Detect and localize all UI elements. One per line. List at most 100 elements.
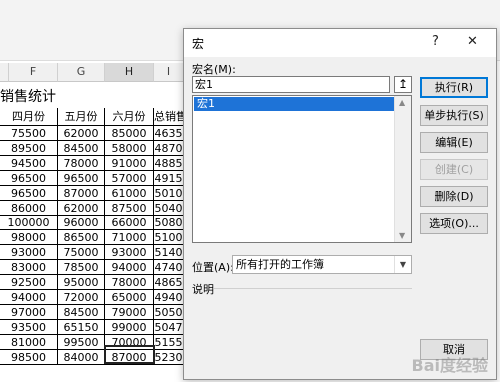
- table-cell-may[interactable]: 75000: [58, 245, 105, 261]
- chevron-down-icon[interactable]: ▼: [394, 256, 411, 273]
- macro-name-label: 宏名(M):: [192, 63, 236, 76]
- table-cell-june[interactable]: 66000: [105, 215, 154, 231]
- table-cell-total[interactable]: 5040: [154, 201, 183, 216]
- table-cell-april[interactable]: 96500: [0, 185, 58, 201]
- table-cell-total[interactable]: 4870: [154, 141, 183, 156]
- table-cell-may[interactable]: 62000: [58, 126, 105, 141]
- table-cell-june[interactable]: 91000: [105, 155, 154, 171]
- table-cell-total[interactable]: 4635: [154, 126, 183, 141]
- table-cell-april[interactable]: 100000: [0, 215, 58, 231]
- table-cell-june[interactable]: 65000: [105, 289, 154, 305]
- table-cell-april[interactable]: 93500: [0, 319, 58, 335]
- location-label: 位置(A):: [192, 261, 234, 274]
- sheet-title-cell[interactable]: 销售统计: [0, 88, 56, 106]
- table-cell-total[interactable]: 4885: [154, 156, 183, 171]
- table-cell-may[interactable]: 99500: [58, 334, 105, 350]
- table-cell-may[interactable]: 86500: [58, 230, 105, 246]
- macro-name-input[interactable]: 宏1: [192, 76, 390, 93]
- table-cell-total[interactable]: 4915: [154, 171, 183, 186]
- description-label: 说明: [192, 283, 214, 296]
- table-cell-april[interactable]: 98000: [0, 230, 58, 246]
- header-cell-june[interactable]: 六月份: [105, 108, 154, 126]
- table-cell-total[interactable]: 5050: [154, 305, 183, 320]
- table-cell-total[interactable]: 4865: [154, 275, 183, 290]
- table-cell-may[interactable]: 95000: [58, 275, 105, 290]
- header-cell-total[interactable]: 总销售: [154, 108, 183, 126]
- table-cell-june[interactable]: 61000: [105, 185, 154, 201]
- macro-name-value: 宏1: [195, 78, 213, 91]
- step-into-button[interactable]: 单步执行(S): [420, 105, 488, 126]
- column-header-h[interactable]: H: [105, 63, 154, 82]
- macro-list[interactable]: 宏1 ▲ ▼: [192, 95, 412, 243]
- table-cell-june[interactable]: 93000: [105, 245, 154, 261]
- table-cell-may[interactable]: 65150: [58, 319, 105, 335]
- table-cell-april[interactable]: 92500: [0, 275, 58, 290]
- help-button[interactable]: ?: [432, 34, 439, 49]
- options-button[interactable]: 选项(O)...: [420, 213, 488, 234]
- table-cell-april[interactable]: 83000: [0, 260, 58, 276]
- dialog-title: 宏: [192, 37, 205, 51]
- table-cell-april[interactable]: 75500: [0, 126, 58, 141]
- column-header-blank[interactable]: [0, 63, 9, 82]
- macro-list-scrollbar[interactable]: ▲ ▼: [394, 96, 411, 242]
- table-cell-total[interactable]: 4940: [154, 290, 183, 305]
- run-button[interactable]: 执行(R): [420, 77, 488, 98]
- table-cell-june[interactable]: 87500: [105, 200, 154, 216]
- header-cell-april[interactable]: 四月份: [0, 108, 58, 126]
- watermark: Bai度经验: [411, 356, 488, 375]
- delete-button[interactable]: 删除(D): [420, 186, 488, 207]
- header-cell-may[interactable]: 五月份: [58, 108, 105, 126]
- scroll-up-icon[interactable]: ▲: [399, 98, 405, 107]
- table-cell-may[interactable]: 84500: [58, 304, 105, 320]
- table-cell-total[interactable]: 5047: [154, 320, 183, 335]
- table-cell-april[interactable]: 98500: [0, 349, 58, 365]
- table-cell-may[interactable]: 84000: [58, 349, 105, 365]
- table-cell-total[interactable]: 4740: [154, 260, 183, 276]
- table-cell-june[interactable]: 85000: [105, 126, 154, 141]
- table-cell-may[interactable]: 87000: [58, 185, 105, 201]
- macro-dialog: 宏 ? ✕ 宏名(M): 宏1 ↥ 宏1 ▲ ▼ 执行(R) 单步执行(S) 编…: [183, 28, 497, 380]
- table-cell-may[interactable]: 78500: [58, 260, 105, 276]
- table-cell-april[interactable]: 94000: [0, 289, 58, 305]
- table-cell-total[interactable]: 5140: [154, 245, 183, 261]
- table-cell-april[interactable]: 86000: [0, 200, 58, 216]
- selected-cell[interactable]: [104, 345, 155, 364]
- table-cell-may[interactable]: 62000: [58, 200, 105, 216]
- table-cell-june[interactable]: 79000: [105, 304, 154, 320]
- table-cell-total[interactable]: 5100: [154, 230, 183, 246]
- column-header-g[interactable]: G: [58, 63, 105, 82]
- location-select[interactable]: 所有打开的工作簿 ▼: [232, 255, 412, 274]
- upload-arrow-icon: ↥: [398, 77, 409, 91]
- table-cell-april[interactable]: 89500: [0, 140, 58, 156]
- scroll-down-icon[interactable]: ▼: [399, 231, 405, 240]
- table-cell-june[interactable]: 71000: [105, 230, 154, 246]
- table-cell-april[interactable]: 81000: [0, 334, 58, 350]
- edit-button[interactable]: 编辑(E): [420, 132, 488, 153]
- column-header-f[interactable]: F: [9, 63, 58, 82]
- table-cell-june[interactable]: 99000: [105, 319, 154, 335]
- table-cell-may[interactable]: 72000: [58, 289, 105, 305]
- create-button[interactable]: 创建(C): [420, 159, 488, 180]
- table-cell-total[interactable]: 5080: [154, 215, 183, 231]
- table-cell-april[interactable]: 97000: [0, 304, 58, 320]
- table-cell-april[interactable]: 93000: [0, 245, 58, 261]
- table-cell-june[interactable]: 94000: [105, 260, 154, 276]
- table-cell-april[interactable]: 96500: [0, 170, 58, 186]
- description-divider: [214, 288, 412, 289]
- column-header-i[interactable]: I: [154, 63, 184, 82]
- table-cell-may[interactable]: 96000: [58, 215, 105, 231]
- table-cell-may[interactable]: 96500: [58, 170, 105, 186]
- table-cell-total[interactable]: 5155: [154, 335, 183, 350]
- location-value: 所有打开的工作簿: [236, 258, 324, 271]
- table-cell-april[interactable]: 94500: [0, 155, 58, 171]
- table-cell-may[interactable]: 78000: [58, 155, 105, 171]
- table-cell-june[interactable]: 78000: [105, 275, 154, 290]
- macro-list-item[interactable]: 宏1: [194, 97, 394, 111]
- close-button[interactable]: ✕: [467, 34, 478, 49]
- table-cell-may[interactable]: 84500: [58, 140, 105, 156]
- table-cell-total[interactable]: 5230: [154, 350, 183, 365]
- browse-button[interactable]: ↥: [394, 76, 412, 93]
- table-cell-june[interactable]: 57000: [105, 170, 154, 186]
- table-cell-total[interactable]: 5010: [154, 186, 183, 201]
- table-cell-june[interactable]: 58000: [105, 140, 154, 156]
